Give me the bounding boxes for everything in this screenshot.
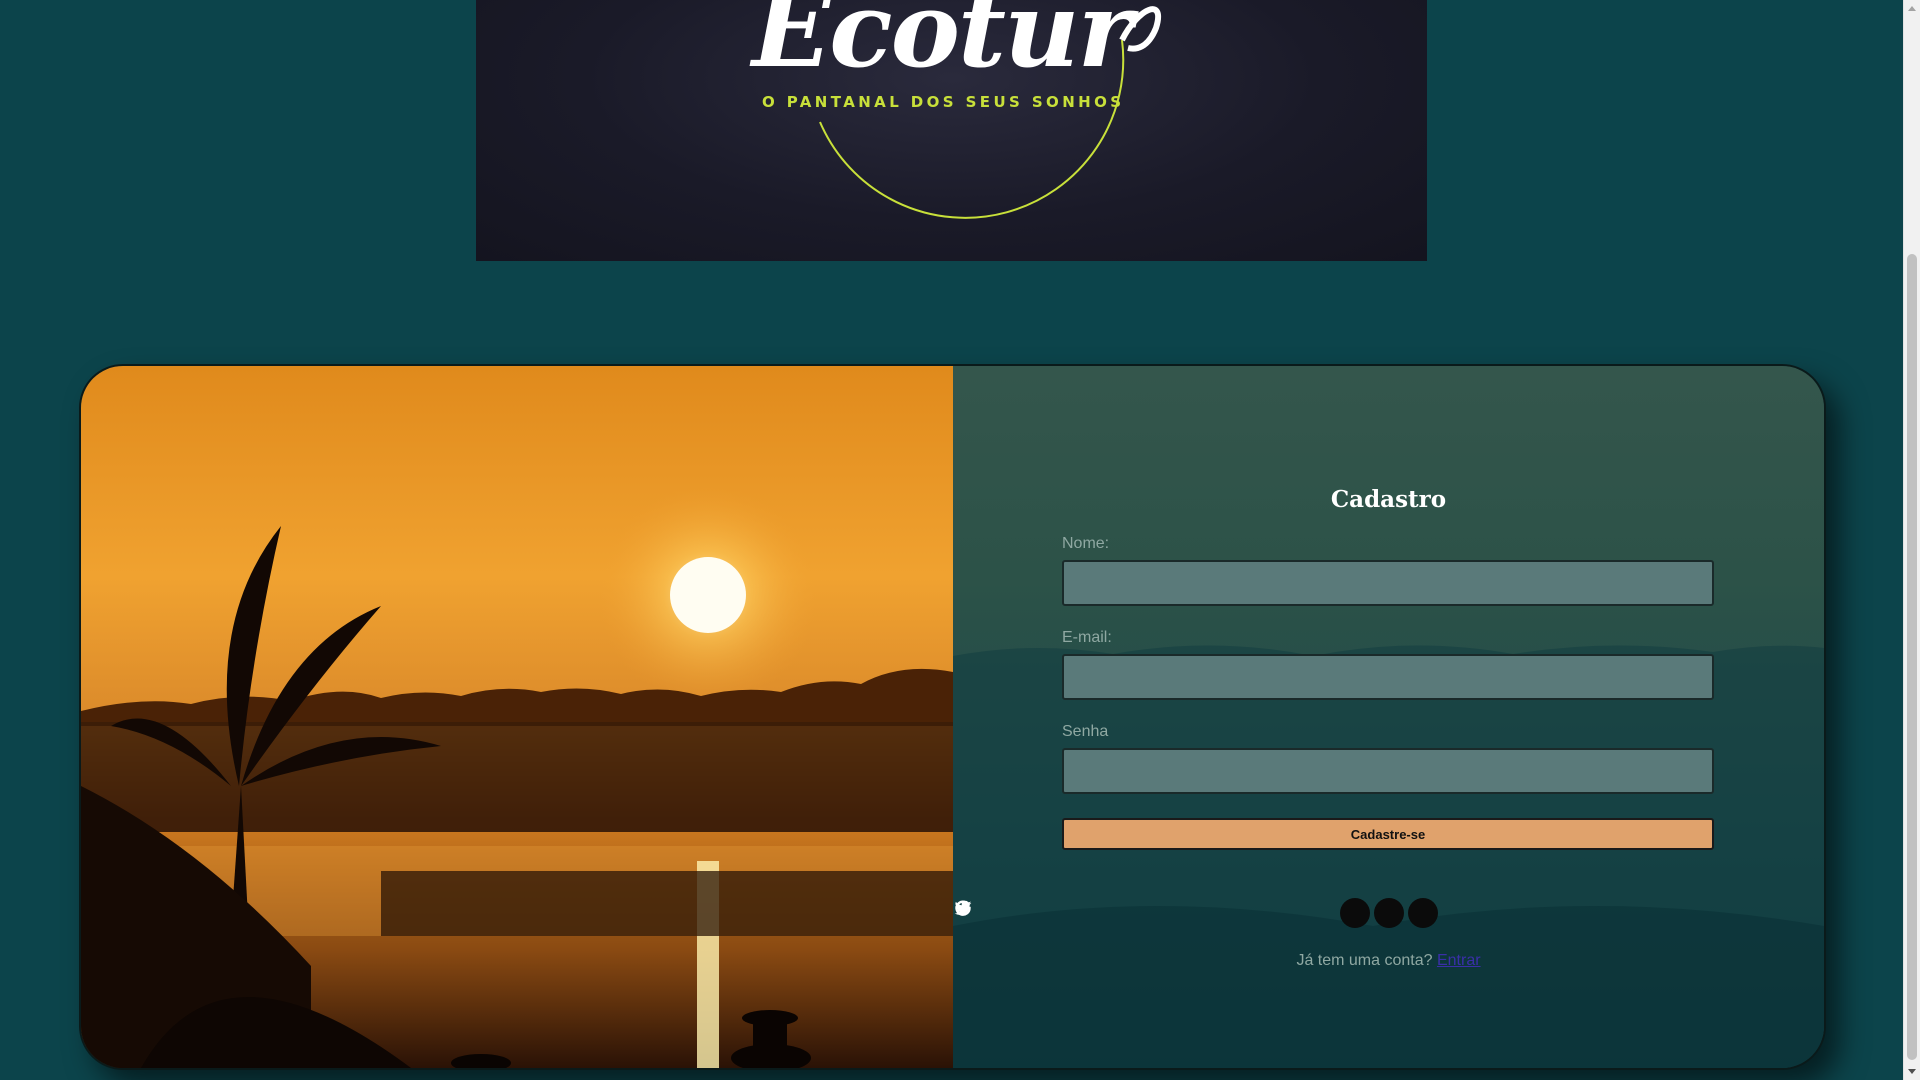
social-login-row	[953, 898, 1824, 928]
password-input[interactable]	[1062, 748, 1714, 794]
email-label: E-mail:	[1062, 629, 1112, 646]
scrollbar-thumb[interactable]	[1907, 254, 1917, 1060]
signup-card: Cadastro Nome: E-mail: Senha Cadastre-se	[79, 364, 1826, 1070]
signup-button[interactable]: Cadastre-se	[1062, 818, 1714, 850]
login-prompt-text: Já tem uma conta?	[1296, 952, 1433, 969]
facebook-icon[interactable]	[959, 898, 1438, 928]
page-scrollbar[interactable]	[1903, 0, 1920, 1080]
email-input[interactable]	[1062, 654, 1714, 700]
twitter-icon[interactable]	[954, 898, 1404, 928]
login-link[interactable]: Entrar	[1437, 952, 1481, 969]
name-input[interactable]	[1062, 560, 1714, 606]
scroll-up-icon[interactable]	[1908, 6, 1916, 11]
sunset-illustration	[81, 485, 953, 1068]
form-title: Cadastro	[1330, 486, 1447, 513]
signup-form-panel: Cadastro Nome: E-mail: Senha Cadastre-se	[953, 366, 1824, 1068]
password-label: Senha	[1062, 723, 1109, 740]
google-icon[interactable]	[955, 898, 1370, 928]
pantanal-sunset-image	[81, 366, 953, 1068]
page: Ecotur O PANTANAL DOS SEUS SONHOS Cadast…	[0, 0, 1920, 1080]
scroll-down-icon[interactable]	[1908, 1069, 1916, 1074]
name-label: Nome:	[1062, 535, 1110, 552]
brand-logo-text: Ecotur	[752, 0, 1132, 91]
login-prompt: Já tem uma conta? Entrar	[953, 952, 1824, 970]
brand-tagline: O PANTANAL DOS SEUS SONHOS	[762, 93, 1125, 111]
